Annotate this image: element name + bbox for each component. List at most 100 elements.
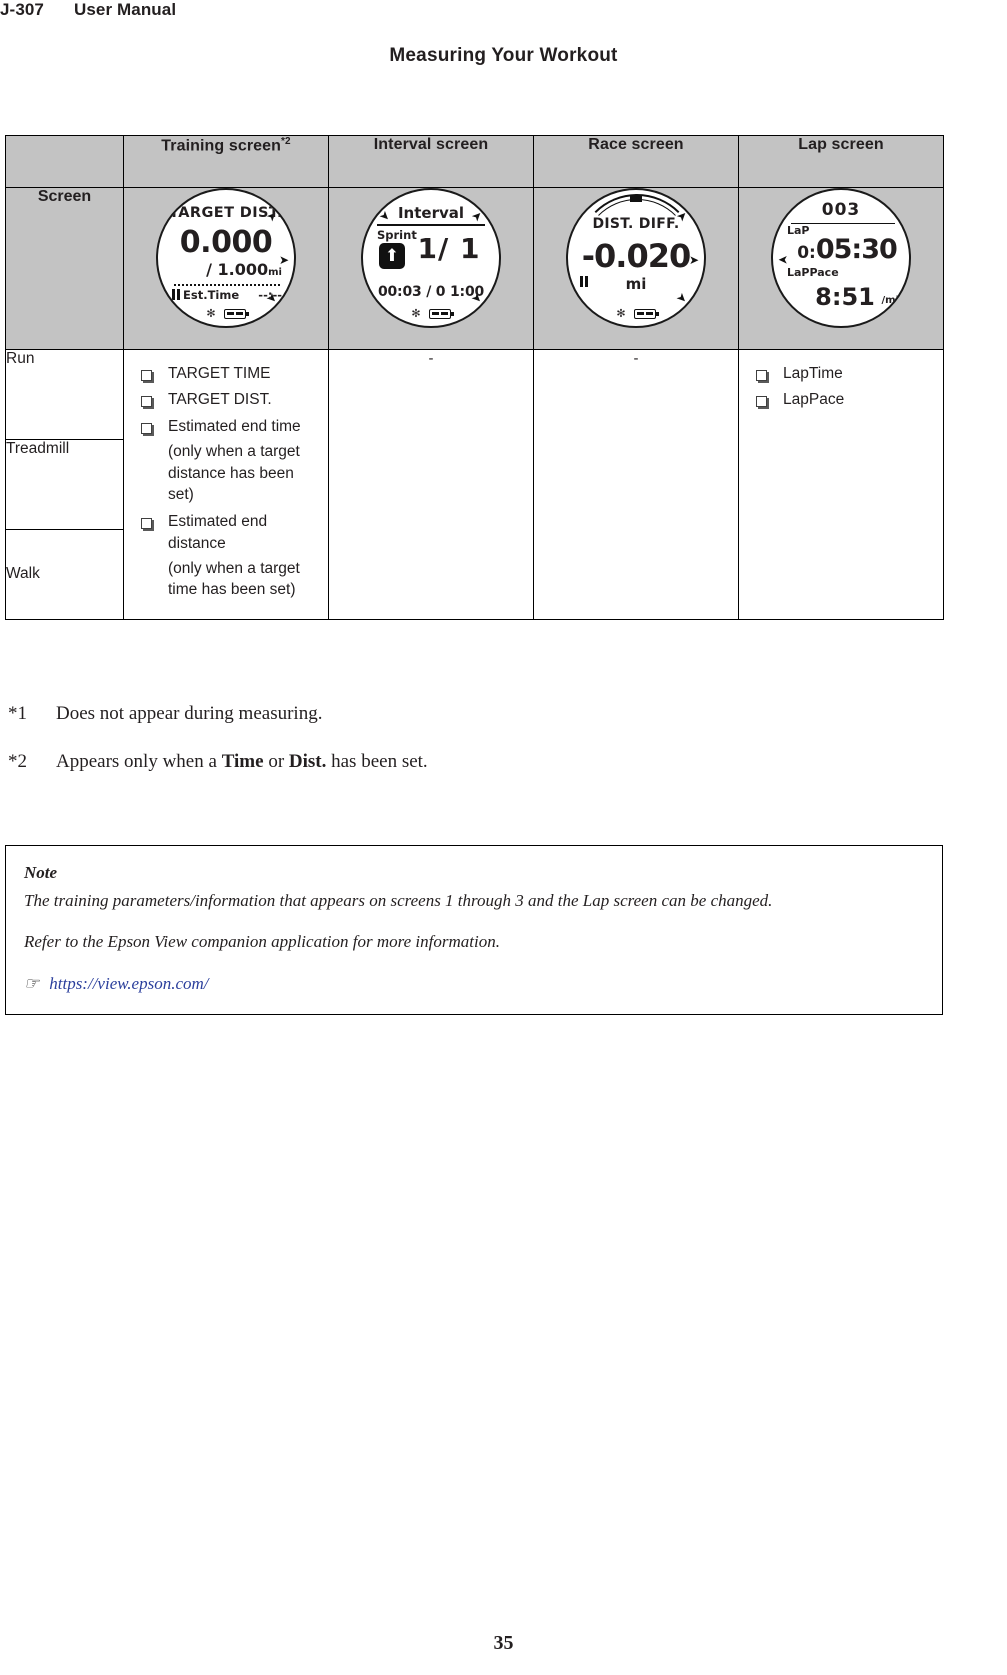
- pointing-hand-icon: ☞: [24, 973, 40, 993]
- pause-icon: [172, 289, 180, 300]
- lap-number-value: 003: [821, 200, 861, 220]
- lap-time-value: 0:05:30: [791, 234, 903, 265]
- checkbox-icon: [124, 416, 168, 437]
- epson-view-link[interactable]: https://view.epson.com/: [49, 971, 208, 997]
- list-item: TARGET DIST.: [124, 389, 320, 410]
- table-header-row: Training screen*2 Interval screen Race s…: [5, 135, 944, 188]
- interval-elapsed-value: 00:03 / 0 1:00: [377, 284, 485, 300]
- document-model-number: J-307: [0, 0, 44, 19]
- list-item-note: (only when a target distance has been se…: [124, 441, 320, 505]
- page-number: 35: [493, 1632, 514, 1654]
- footnote-marker: *2: [281, 136, 291, 147]
- list-indent-spacer: [124, 441, 168, 505]
- watch-target-number: / 1.000: [206, 260, 269, 279]
- column-header-label: Interval screen: [373, 136, 489, 153]
- corner-cell: [5, 135, 124, 188]
- watch-foot-label: Est.Time: [183, 288, 240, 302]
- interval-count-value: 1/ 1: [417, 232, 481, 265]
- footnotes-section: *1 Does not appear during measuring. *2 …: [8, 703, 948, 799]
- list-item: LapPace: [739, 389, 935, 410]
- watch-foot-value: --:--: [258, 288, 282, 302]
- watch-target-unit: mi: [268, 267, 282, 278]
- watch-status-icons: ✻: [568, 308, 704, 319]
- training-parameter-list: TARGET TIME TARGET DIST. Estimated end t…: [124, 350, 328, 619]
- checkbox-icon: [739, 389, 783, 410]
- list-item-label: LapTime: [783, 365, 843, 382]
- mode-label-run: Run: [5, 349, 124, 440]
- mode-label-treadmill: Treadmill: [5, 438, 124, 530]
- column-header-lap-screen: Lap screen: [738, 135, 944, 188]
- watch-title: DIST. DIFF.: [592, 216, 680, 232]
- battery-icon: [633, 308, 659, 319]
- arrow-up-icon: ⬆: [379, 243, 405, 269]
- race-screen-image-cell: ➤ ➤ ➤ DIST. DIFF. -0.020 mi ✻: [533, 187, 739, 350]
- list-item-label: LapPace: [783, 391, 845, 409]
- list-item-label: TARGET TIME: [168, 365, 271, 382]
- list-item-label: Estimated end distance: [168, 513, 268, 552]
- footnote-2: *2 Appears only when a Time or Dist. has…: [8, 751, 948, 773]
- list-item: LapTime: [739, 363, 935, 384]
- list-item-note: (only when a target time has been set): [124, 558, 320, 601]
- pause-icon: [580, 276, 588, 287]
- battery-icon: [223, 308, 249, 319]
- lap-parameter-list: LapTime LapPace: [739, 350, 943, 428]
- battery-icon: [428, 308, 454, 319]
- checkbox-icon: [124, 389, 168, 410]
- footnote-text-post: has been set.: [326, 751, 428, 772]
- training-items-cell: TARGET TIME TARGET DIST. Estimated end t…: [123, 349, 329, 620]
- footnote-marker: *1: [8, 703, 27, 724]
- footnote-marker: *2: [8, 751, 27, 772]
- lap-pace-label: LaPPace: [787, 266, 839, 279]
- list-item: Estimated end distance: [124, 511, 320, 554]
- list-item-label: TARGET DIST.: [168, 391, 272, 409]
- footnote-text: Does not appear during measuring.: [56, 703, 323, 724]
- table-row-run: Run TARGET TIME TARGET DIST. Estimated e…: [5, 349, 944, 620]
- footnote-text: Appears only when a Time or Dist. has be…: [56, 751, 948, 773]
- list-indent-spacer: [124, 558, 168, 601]
- watch-target-value: / 1.000mi: [158, 260, 282, 279]
- table-screen-images-row: Screen ➤ ➤ ➤ TARGET DIST. 0.000 / 1.000m…: [5, 187, 944, 350]
- arrow-left-icon: ➤: [778, 253, 789, 267]
- running-header: J-307 User Manual: [0, 0, 1007, 26]
- list-item-label: Estimated end time: [168, 417, 301, 435]
- footnote-text-pre: Appears only when a: [56, 751, 222, 772]
- checkbox-icon: [739, 363, 783, 384]
- row-header-screen: Screen: [5, 187, 124, 350]
- training-screen-watch: ➤ ➤ ➤ TARGET DIST. 0.000 / 1.000mi Est.T…: [156, 188, 296, 328]
- race-value-cell: -: [533, 349, 739, 620]
- race-screen-watch: ➤ ➤ ➤ DIST. DIFF. -0.020 mi ✻: [566, 188, 706, 328]
- column-header-interval-screen: Interval screen: [328, 135, 534, 188]
- list-item: TARGET TIME: [124, 363, 320, 384]
- shoe-icon: ✻: [411, 307, 421, 320]
- mode-label-walk: Walk: [5, 528, 124, 620]
- footnote-bold-time: Time: [221, 751, 264, 772]
- interval-screen-watch: ➤ ➤ ➤ Interval Sprint ⬆ 1/ 1 00:03 / 0 1…: [361, 188, 501, 328]
- note-link-row[interactable]: ☞ https://view.epson.com/: [24, 971, 924, 997]
- note-paragraph-1: The training parameters/information that…: [24, 890, 773, 910]
- shoe-icon: ✻: [616, 307, 626, 320]
- footnote-bold-dist: Dist.: [288, 751, 327, 772]
- watch-unit: mi: [625, 275, 647, 293]
- footnote-1: *1 Does not appear during measuring.: [8, 703, 948, 725]
- divider: [174, 284, 280, 286]
- column-header-label: Race screen: [588, 136, 684, 153]
- watch-status-icons: ✻: [363, 308, 499, 319]
- lap-time-minsec: 05:30: [815, 234, 898, 265]
- page-title: Measuring Your Workout: [389, 45, 618, 66]
- column-header-label: Training screen: [161, 137, 282, 155]
- list-item-label: (only when a target time has been set): [168, 560, 300, 599]
- note-paragraph-2: Refer to the Epson View companion applic…: [24, 932, 500, 951]
- footnote-text-mid: or: [263, 751, 289, 772]
- watch-primary-value: -0.020: [581, 237, 692, 275]
- race-marker-icon: [630, 195, 642, 202]
- watch-title: Interval: [397, 204, 465, 222]
- screen-comparison-table: Training screen*2 Interval screen Race s…: [5, 135, 944, 620]
- column-header-race-screen: Race screen: [533, 135, 739, 188]
- column-header-training-screen: Training screen*2: [123, 135, 329, 188]
- watch-footer-row: Est.Time --:--: [172, 288, 282, 302]
- list-item: Estimated end time: [124, 416, 320, 437]
- lap-screen-watch: ➤ 003 LaP 0:05:30 LaPPace 8:51 /mi: [771, 188, 911, 328]
- document-type-label: User Manual: [73, 0, 177, 19]
- checkbox-icon: [124, 363, 168, 384]
- note-heading: Note: [24, 863, 58, 882]
